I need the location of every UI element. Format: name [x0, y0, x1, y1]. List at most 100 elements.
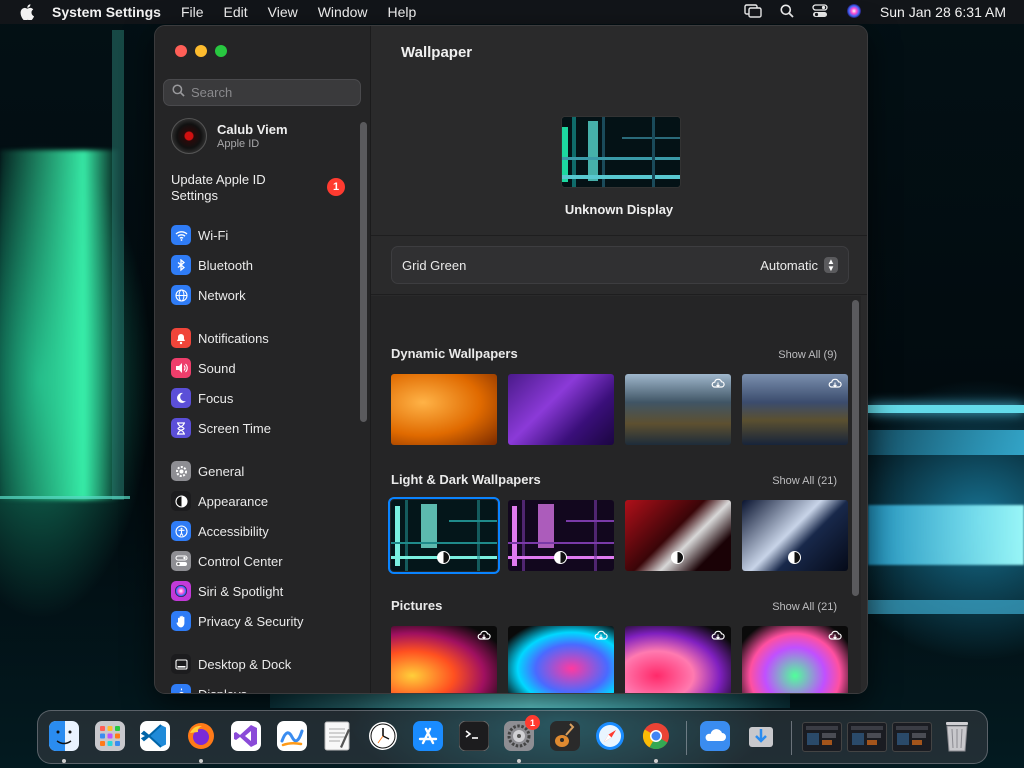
bell-icon [171, 328, 191, 348]
safari-icon[interactable] [592, 718, 628, 754]
wallpaper-thumbnail[interactable] [391, 626, 497, 693]
wallpaper-thumbnail[interactable] [742, 500, 848, 571]
downloads-icon[interactable] [743, 718, 779, 754]
apple-menu-icon[interactable] [18, 3, 36, 21]
wallpaper-thumbnail[interactable] [391, 374, 497, 445]
wallpaper-thumbnail[interactable] [508, 500, 614, 571]
light-dark-icon [437, 551, 450, 564]
menu-view[interactable]: View [268, 4, 298, 20]
wallpaper-thumbnail[interactable] [508, 374, 614, 445]
control-center-menu-icon[interactable] [812, 3, 828, 21]
sidebar-item-appearance[interactable]: Appearance [171, 486, 361, 516]
launchpad-icon[interactable] [92, 718, 128, 754]
wallpaper-thumbnail[interactable] [625, 626, 731, 693]
sidebar-search[interactable] [163, 79, 361, 106]
freeform-icon[interactable] [274, 718, 310, 754]
menu-clock[interactable]: Sun Jan 28 6:31 AM [880, 4, 1006, 20]
sidebar-item-label: Network [198, 287, 246, 303]
sidebar-item-control-center[interactable]: Control Center [171, 546, 361, 576]
app-store-icon[interactable] [410, 718, 446, 754]
system-settings-icon[interactable]: 1 [501, 715, 540, 754]
display-name: Unknown Display [564, 202, 674, 217]
account-subtitle: Apple ID [217, 138, 260, 150]
sidebar-scrollbar[interactable] [360, 122, 367, 422]
update-apple-id-label: Update Apple ID Settings [171, 172, 266, 203]
sidebar-item-general[interactable]: General [171, 456, 361, 486]
apple-id-account[interactable]: Calub Viem Apple ID [171, 118, 288, 154]
sidebar-item-label: Privacy & Security [198, 613, 304, 629]
show-all-button[interactable]: Show All (21) [772, 475, 837, 487]
menu-file[interactable]: File [181, 4, 204, 20]
chrome-icon[interactable] [638, 718, 674, 754]
visual-studio-icon[interactable] [228, 718, 264, 754]
wallpaper-thumbnail[interactable] [388, 497, 500, 574]
finder-icon[interactable] [46, 718, 82, 754]
wallpaper-thumbnail[interactable] [508, 626, 614, 693]
sidebar-item-siri-spotlight[interactable]: Siri & Spotlight [171, 576, 361, 606]
textedit-icon[interactable] [319, 718, 355, 754]
minimized-window-2[interactable] [847, 722, 887, 752]
menu-help[interactable]: Help [388, 4, 417, 20]
dock-icon [171, 654, 191, 674]
sidebar-item-sound[interactable]: Sound [171, 353, 361, 383]
sidebar-item-screen-time[interactable]: Screen Time [171, 413, 361, 443]
wallpaper-thumbnail[interactable] [742, 374, 848, 445]
sidebar-item-accessibility[interactable]: Accessibility [171, 516, 361, 546]
firefox-icon[interactable] [183, 718, 219, 754]
wallpaper-section-1: Light & Dark Wallpapers Show All (21) [388, 472, 851, 574]
sidebar-item-label: Bluetooth [198, 257, 253, 273]
terminal-icon[interactable] [456, 718, 492, 754]
sidebar-item-desktop-dock[interactable]: Desktop & Dock [171, 649, 361, 679]
show-all-button[interactable]: Show All (21) [772, 601, 837, 613]
sidebar-item-focus[interactable]: Focus [171, 383, 361, 413]
vscode-icon[interactable] [137, 718, 173, 754]
spotlight-search-icon[interactable] [780, 4, 794, 21]
sidebar: Calub Viem Apple ID Update Apple ID Sett… [155, 26, 371, 693]
light-dark-icon [554, 551, 567, 564]
sidebar-item-label: Siri & Spotlight [198, 583, 284, 599]
search-input[interactable] [191, 85, 351, 100]
sidebar-item-wi-fi[interactable]: Wi-Fi [171, 220, 361, 250]
menu-window[interactable]: Window [318, 4, 368, 20]
dock-separator [791, 721, 792, 755]
minimize-window-button[interactable] [195, 45, 207, 57]
sidebar-item-notifications[interactable]: Notifications [171, 323, 361, 353]
display-preview [561, 116, 681, 188]
sidebar-item-bluetooth[interactable]: Bluetooth [171, 250, 361, 280]
trash-icon[interactable] [939, 718, 975, 754]
update-apple-id-item[interactable]: Update Apple ID Settings 1 [171, 172, 361, 204]
dock-separator [686, 721, 687, 755]
sidebar-item-label: Appearance [198, 493, 269, 509]
menu-edit[interactable]: Edit [224, 4, 248, 20]
search-icon [172, 83, 185, 102]
zoom-window-button[interactable] [215, 45, 227, 57]
sidebar-item-label: Displays [198, 687, 247, 694]
siri-icon[interactable] [846, 3, 862, 22]
wallpaper-thumbnail[interactable] [742, 626, 848, 693]
appearance-mode-popup[interactable]: Automatic ▲ ▼ [760, 257, 838, 273]
minimized-window-3[interactable] [892, 722, 932, 752]
sidebar-item-displays[interactable]: Displays [171, 679, 361, 693]
wallpaper-thumbnail[interactable] [625, 374, 731, 445]
sidebar-item-network[interactable]: Network [171, 280, 361, 310]
show-all-button[interactable]: Show All (9) [778, 349, 837, 361]
cloud-download-icon [594, 630, 608, 644]
current-wallpaper-name: Grid Green [402, 257, 467, 273]
icloud-icon[interactable] [697, 718, 733, 754]
control-center-icon [171, 551, 191, 571]
section-title: Pictures [391, 598, 443, 613]
screen-mirroring-icon[interactable] [744, 3, 762, 21]
page-title: Wallpaper [401, 44, 473, 61]
gallery-scrollbar[interactable] [852, 300, 859, 596]
close-window-button[interactable] [175, 45, 187, 57]
garageband-icon[interactable] [547, 718, 583, 754]
wallpaper-thumbnail[interactable] [625, 500, 731, 571]
dock-badge: 1 [525, 715, 540, 730]
gear-icon [171, 461, 191, 481]
clock-icon[interactable] [365, 718, 401, 754]
account-name: Calub Viem [217, 122, 288, 137]
menu-app-name[interactable]: System Settings [52, 4, 161, 20]
sidebar-item-privacy-security[interactable]: Privacy & Security [171, 606, 361, 636]
sidebar-item-label: Accessibility [198, 523, 269, 539]
minimized-window-1[interactable] [802, 722, 842, 752]
